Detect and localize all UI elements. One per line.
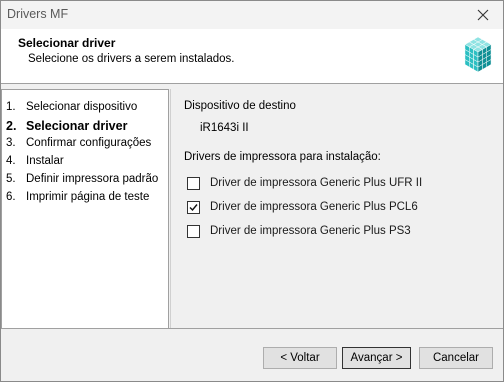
driver-label: Driver de impressora Generic Plus PS3 bbox=[210, 225, 411, 237]
step-number: 6. bbox=[6, 191, 16, 203]
cubes-icon bbox=[464, 36, 492, 73]
step-number: 5. bbox=[6, 173, 16, 185]
cancel-button[interactable]: Cancelar bbox=[419, 347, 493, 369]
installer-window: Drivers MF Selecionar driver Selecione o… bbox=[0, 0, 504, 382]
step-number: 3. bbox=[6, 137, 16, 149]
page-title: Selecionar driver bbox=[18, 36, 116, 50]
wizard-header: Selecionar driver Selecione os drivers a… bbox=[1, 29, 503, 84]
step-item: 6. Imprimir página de teste bbox=[6, 191, 149, 207]
step-label: Definir impressora padrão bbox=[26, 173, 159, 185]
step-item: 4. Instalar bbox=[6, 155, 64, 171]
driver-option-ps3[interactable]: Driver de impressora Generic Plus PS3 bbox=[187, 223, 411, 239]
next-button[interactable]: Avançar > bbox=[342, 347, 411, 369]
checkbox-ufr2[interactable] bbox=[187, 176, 200, 190]
step-number: 1. bbox=[6, 101, 16, 113]
step-label: Imprimir página de teste bbox=[26, 191, 150, 203]
checkbox-pcl6[interactable] bbox=[187, 200, 200, 214]
close-button[interactable] bbox=[463, 1, 503, 29]
driver-option-ufr2[interactable]: Driver de impressora Generic Plus UFR II bbox=[187, 175, 422, 191]
close-icon bbox=[477, 9, 489, 21]
driver-label: Driver de impressora Generic Plus PCL6 bbox=[210, 201, 418, 213]
checkmark-icon bbox=[189, 203, 198, 211]
drivers-label: Drivers de impressora para instalação: bbox=[184, 151, 381, 163]
window-title: Drivers MF bbox=[7, 7, 69, 21]
step-label: Instalar bbox=[26, 155, 64, 167]
title-bar[interactable]: Drivers MF bbox=[1, 1, 503, 29]
steps-panel: 1. Selecionar dispositivo 2. Selecionar dr… bbox=[1, 89, 169, 330]
step-item: 3. Confirmar configurações bbox=[6, 137, 151, 153]
step-item: 1. Selecionar dispositivo bbox=[6, 101, 137, 117]
step-item: 5. Definir impressora padrão bbox=[6, 173, 158, 189]
step-number: 4. bbox=[6, 155, 16, 167]
driver-label: Driver de impressora Generic Plus UFR II bbox=[210, 177, 423, 189]
checkbox-ps3[interactable] bbox=[187, 224, 200, 238]
step-number: 2. bbox=[6, 119, 17, 133]
button-bar: < Voltar Avançar > Cancelar bbox=[1, 328, 503, 381]
step-label: Selecionar driver bbox=[26, 119, 128, 133]
back-button[interactable]: < Voltar bbox=[263, 347, 337, 369]
step-label: Confirmar configurações bbox=[26, 137, 152, 149]
page-subtitle: Selecione os drivers a serem instalados. bbox=[28, 53, 235, 65]
content-panel: Dispositivo de destino iR1643i II Driver… bbox=[170, 89, 503, 328]
driver-option-pcl6[interactable]: Driver de impressora Generic Plus PCL6 bbox=[187, 199, 418, 215]
step-item-active: 2. Selecionar driver bbox=[6, 119, 127, 135]
destination-value: iR1643i II bbox=[200, 122, 249, 134]
destination-label: Dispositivo de destino bbox=[184, 100, 296, 112]
step-label: Selecionar dispositivo bbox=[26, 101, 138, 113]
